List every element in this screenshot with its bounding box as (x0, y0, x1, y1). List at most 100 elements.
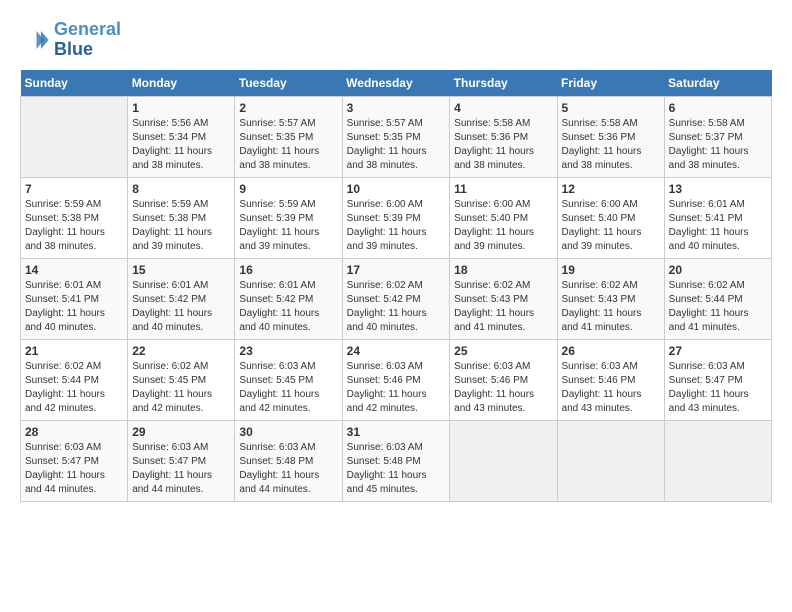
calendar-cell: 30 Sunrise: 6:03 AM Sunset: 5:48 PM Dayli… (235, 420, 342, 501)
day-number: 4 (454, 101, 552, 115)
day-number: 17 (347, 263, 446, 277)
day-number: 18 (454, 263, 552, 277)
cell-info: Sunrise: 6:02 AM Sunset: 5:44 PM Dayligh… (25, 360, 123, 416)
day-number: 20 (669, 263, 767, 277)
calendar-cell: 24 Sunrise: 6:03 AM Sunset: 5:46 PM Dayli… (342, 339, 450, 420)
day-number: 2 (239, 101, 337, 115)
calendar-cell: 18 Sunrise: 6:02 AM Sunset: 5:43 PM Dayli… (450, 258, 557, 339)
day-number: 22 (132, 344, 230, 358)
day-number: 25 (454, 344, 552, 358)
calendar-cell: 25 Sunrise: 6:03 AM Sunset: 5:46 PM Dayli… (450, 339, 557, 420)
calendar-cell: 11 Sunrise: 6:00 AM Sunset: 5:40 PM Dayli… (450, 177, 557, 258)
cell-info: Sunrise: 5:57 AM Sunset: 5:35 PM Dayligh… (347, 117, 446, 173)
calendar-cell: 31 Sunrise: 6:03 AM Sunset: 5:48 PM Dayli… (342, 420, 450, 501)
calendar-cell: 13 Sunrise: 6:01 AM Sunset: 5:41 PM Dayli… (664, 177, 771, 258)
calendar-week-row: 28 Sunrise: 6:03 AM Sunset: 5:47 PM Dayli… (21, 420, 772, 501)
calendar-cell: 12 Sunrise: 6:00 AM Sunset: 5:40 PM Dayli… (557, 177, 664, 258)
calendar-cell: 22 Sunrise: 6:02 AM Sunset: 5:45 PM Dayli… (128, 339, 235, 420)
logo-icon (20, 25, 50, 55)
day-number: 7 (25, 182, 123, 196)
calendar-cell (557, 420, 664, 501)
cell-info: Sunrise: 5:58 AM Sunset: 5:37 PM Dayligh… (669, 117, 767, 173)
cell-info: Sunrise: 6:01 AM Sunset: 5:42 PM Dayligh… (239, 279, 337, 335)
day-number: 24 (347, 344, 446, 358)
day-number: 9 (239, 182, 337, 196)
calendar-week-row: 1 Sunrise: 5:56 AM Sunset: 5:34 PM Daylig… (21, 96, 772, 177)
cell-info: Sunrise: 6:02 AM Sunset: 5:42 PM Dayligh… (347, 279, 446, 335)
calendar-cell: 2 Sunrise: 5:57 AM Sunset: 5:35 PM Daylig… (235, 96, 342, 177)
day-number: 8 (132, 182, 230, 196)
cell-info: Sunrise: 6:01 AM Sunset: 5:41 PM Dayligh… (25, 279, 123, 335)
cell-info: Sunrise: 6:03 AM Sunset: 5:46 PM Dayligh… (562, 360, 660, 416)
day-number: 11 (454, 182, 552, 196)
cell-info: Sunrise: 6:02 AM Sunset: 5:43 PM Dayligh… (454, 279, 552, 335)
weekday-header: Sunday (21, 70, 128, 97)
calendar-cell: 10Sunrise: 6:00 AM Sunset: 5:39 PM Dayli… (342, 177, 450, 258)
logo: General Blue (20, 20, 121, 60)
day-number: 30 (239, 425, 337, 439)
cell-info: Sunrise: 5:57 AM Sunset: 5:35 PM Dayligh… (239, 117, 337, 173)
calendar-cell: 17 Sunrise: 6:02 AM Sunset: 5:42 PM Dayli… (342, 258, 450, 339)
cell-info: Sunrise: 5:56 AM Sunset: 5:34 PM Dayligh… (132, 117, 230, 173)
cell-info: Sunrise: 6:03 AM Sunset: 5:47 PM Dayligh… (25, 441, 123, 497)
weekday-header: Saturday (664, 70, 771, 97)
day-number: 27 (669, 344, 767, 358)
day-number: 1 (132, 101, 230, 115)
day-number: 3 (347, 101, 446, 115)
cell-info: Sunrise: 6:03 AM Sunset: 5:48 PM Dayligh… (239, 441, 337, 497)
calendar-header-row: SundayMondayTuesdayWednesdayThursdayFrid… (21, 70, 772, 97)
cell-info: Sunrise: 6:03 AM Sunset: 5:48 PM Dayligh… (347, 441, 446, 497)
cell-info: Sunrise: 5:59 AM Sunset: 5:38 PM Dayligh… (25, 198, 123, 254)
day-number: 26 (562, 344, 660, 358)
day-number: 16 (239, 263, 337, 277)
cell-info: Sunrise: 6:03 AM Sunset: 5:47 PM Dayligh… (132, 441, 230, 497)
cell-info: Sunrise: 6:02 AM Sunset: 5:43 PM Dayligh… (562, 279, 660, 335)
cell-info: Sunrise: 6:02 AM Sunset: 5:44 PM Dayligh… (669, 279, 767, 335)
day-number: 15 (132, 263, 230, 277)
calendar-cell: 21 Sunrise: 6:02 AM Sunset: 5:44 PM Dayli… (21, 339, 128, 420)
weekday-header: Tuesday (235, 70, 342, 97)
weekday-header: Thursday (450, 70, 557, 97)
day-number: 31 (347, 425, 446, 439)
calendar-body: 1 Sunrise: 5:56 AM Sunset: 5:34 PM Daylig… (21, 96, 772, 501)
day-number: 6 (669, 101, 767, 115)
day-number: 13 (669, 182, 767, 196)
day-number: 12 (562, 182, 660, 196)
calendar-cell (664, 420, 771, 501)
cell-info: Sunrise: 6:03 AM Sunset: 5:45 PM Dayligh… (239, 360, 337, 416)
weekday-header: Friday (557, 70, 664, 97)
calendar-cell: 15Sunrise: 6:01 AM Sunset: 5:42 PM Dayli… (128, 258, 235, 339)
day-number: 10 (347, 182, 446, 196)
cell-info: Sunrise: 5:59 AM Sunset: 5:38 PM Dayligh… (132, 198, 230, 254)
cell-info: Sunrise: 6:02 AM Sunset: 5:45 PM Dayligh… (132, 360, 230, 416)
calendar-cell: 5Sunrise: 5:58 AM Sunset: 5:36 PM Daylig… (557, 96, 664, 177)
cell-info: Sunrise: 6:03 AM Sunset: 5:46 PM Dayligh… (454, 360, 552, 416)
calendar-cell: 6 Sunrise: 5:58 AM Sunset: 5:37 PM Daylig… (664, 96, 771, 177)
calendar-cell: 9Sunrise: 5:59 AM Sunset: 5:39 PM Daylig… (235, 177, 342, 258)
calendar-cell: 23 Sunrise: 6:03 AM Sunset: 5:45 PM Dayli… (235, 339, 342, 420)
calendar-week-row: 7 Sunrise: 5:59 AM Sunset: 5:38 PM Daylig… (21, 177, 772, 258)
cell-info: Sunrise: 6:03 AM Sunset: 5:47 PM Dayligh… (669, 360, 767, 416)
cell-info: Sunrise: 6:01 AM Sunset: 5:41 PM Dayligh… (669, 198, 767, 254)
calendar-cell: 4Sunrise: 5:58 AM Sunset: 5:36 PM Daylig… (450, 96, 557, 177)
cell-info: Sunrise: 6:00 AM Sunset: 5:40 PM Dayligh… (454, 198, 552, 254)
calendar-cell: 19 Sunrise: 6:02 AM Sunset: 5:43 PM Dayli… (557, 258, 664, 339)
cell-info: Sunrise: 6:03 AM Sunset: 5:46 PM Dayligh… (347, 360, 446, 416)
cell-info: Sunrise: 5:58 AM Sunset: 5:36 PM Dayligh… (562, 117, 660, 173)
calendar-cell: 28 Sunrise: 6:03 AM Sunset: 5:47 PM Dayli… (21, 420, 128, 501)
calendar-cell: 7 Sunrise: 5:59 AM Sunset: 5:38 PM Daylig… (21, 177, 128, 258)
calendar-cell: 16 Sunrise: 6:01 AM Sunset: 5:42 PM Dayli… (235, 258, 342, 339)
calendar-cell: 1 Sunrise: 5:56 AM Sunset: 5:34 PM Daylig… (128, 96, 235, 177)
calendar-cell: 27 Sunrise: 6:03 AM Sunset: 5:47 PM Dayli… (664, 339, 771, 420)
weekday-header: Wednesday (342, 70, 450, 97)
calendar-cell: 14Sunrise: 6:01 AM Sunset: 5:41 PM Dayli… (21, 258, 128, 339)
calendar-cell (450, 420, 557, 501)
logo-text: General Blue (54, 20, 121, 60)
weekday-header: Monday (128, 70, 235, 97)
day-number: 21 (25, 344, 123, 358)
day-number: 19 (562, 263, 660, 277)
page-header: General Blue (20, 20, 772, 60)
cell-info: Sunrise: 6:00 AM Sunset: 5:40 PM Dayligh… (562, 198, 660, 254)
day-number: 28 (25, 425, 123, 439)
day-number: 23 (239, 344, 337, 358)
